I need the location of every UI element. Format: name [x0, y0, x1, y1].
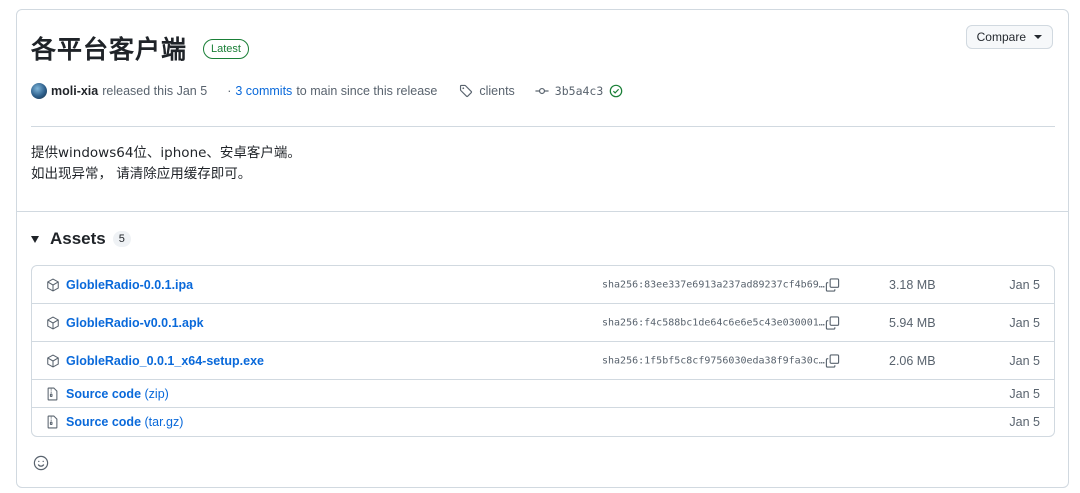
latest-badge: Latest [203, 39, 249, 59]
file-zip-icon [46, 387, 59, 401]
compare-label: Compare [976, 30, 1026, 44]
package-icon [46, 316, 60, 330]
smiley-icon [33, 455, 49, 471]
add-reaction-button[interactable] [31, 453, 51, 473]
commits-link[interactable]: 3 commits [235, 84, 292, 98]
avatar[interactable] [31, 83, 47, 99]
assets-list: GlobleRadio-0.0.1.ipa sha256:83ee337e691… [31, 265, 1055, 437]
assets-toggle[interactable]: Assets 5 [31, 229, 131, 249]
caret-down-icon [1034, 35, 1042, 39]
tag-link[interactable]: clients [479, 84, 514, 98]
asset-link[interactable]: GlobleRadio-0.0.1.ipa [66, 278, 193, 292]
assets-title: Assets [50, 229, 106, 248]
copy-icon[interactable] [825, 353, 840, 368]
release-card: 各平台客户端 Latest Compare moli-xia released … [16, 9, 1069, 488]
source-code-targz-link[interactable]: Source code (tar.gz) [66, 415, 183, 429]
section-divider [17, 211, 1068, 212]
git-commit-icon [535, 84, 549, 98]
asset-link[interactable]: GlobleRadio-v0.0.1.apk [66, 316, 204, 330]
title-row: 各平台客户端 Latest [31, 30, 249, 66]
check-circle-icon[interactable] [609, 84, 623, 98]
asset-row: GlobleRadio_0.0.1_x64-setup.exe sha256:1… [32, 342, 1054, 380]
source-ext: (zip) [144, 386, 169, 401]
asset-size: 5.94 MB [889, 315, 936, 330]
notes-line-1: 提供windows64位、iphone、安卓客户端。 [31, 145, 301, 161]
release-notes: 提供windows64位、iphone、安卓客户端。 如出现异常， 请清除应用缓… [31, 143, 301, 185]
source-code-label: Source code [66, 415, 142, 429]
meta-separator: · [227, 84, 232, 98]
asset-row: GlobleRadio-0.0.1.ipa sha256:83ee337e691… [32, 266, 1054, 304]
release-meta: moli-xia released this Jan 5 · 3 commits… [31, 83, 623, 99]
copy-icon[interactable] [825, 315, 840, 330]
source-row: Source code (tar.gz) Jan 5 [32, 408, 1054, 436]
asset-size: 2.06 MB [889, 353, 936, 368]
asset-link[interactable]: GlobleRadio_0.0.1_x64-setup.exe [66, 354, 264, 368]
source-ext: (tar.gz) [144, 415, 184, 429]
commits-suffix: to main since this release [296, 84, 438, 98]
compare-button[interactable]: Compare [965, 25, 1053, 49]
assets-count-badge: 5 [112, 231, 131, 247]
asset-sha: sha256:83ee337e6913a237ad89237cf4b69… [602, 279, 825, 290]
copy-icon[interactable] [825, 277, 840, 292]
release-header: 各平台客户端 Latest Compare moli-xia released … [17, 10, 1068, 211]
package-icon [46, 354, 60, 368]
source-date: Jan 5 [1009, 415, 1040, 429]
asset-date: Jan 5 [1009, 315, 1040, 330]
asset-size: 3.18 MB [889, 277, 936, 292]
header-divider [31, 126, 1055, 127]
author-link[interactable]: moli-xia [51, 84, 98, 98]
tag-icon [459, 84, 473, 98]
source-row: Source code (zip) Jan 5 [32, 380, 1054, 408]
file-zip-icon [46, 415, 59, 429]
commit-hash-link[interactable]: 3b5a4c3 [555, 84, 603, 98]
asset-row: GlobleRadio-v0.0.1.apk sha256:f4c588bc1d… [32, 304, 1054, 342]
source-code-label: Source code [66, 386, 142, 401]
triangle-down-icon [31, 235, 39, 243]
asset-sha: sha256:f4c588bc1de64c6e6e5c43e030001… [602, 317, 825, 328]
package-icon [46, 278, 60, 292]
asset-date: Jan 5 [1009, 277, 1040, 292]
notes-line-2: 如出现异常， 请清除应用缓存即可。 [31, 166, 252, 182]
release-title[interactable]: 各平台客户端 [31, 30, 187, 66]
source-code-zip-link[interactable]: Source code (zip) [66, 387, 169, 401]
asset-date: Jan 5 [1009, 353, 1040, 368]
source-date: Jan 5 [1009, 386, 1040, 401]
released-text: released this Jan 5 [102, 84, 208, 98]
asset-sha: sha256:1f5bf5c8cf9756030eda38f9fa30c… [602, 355, 825, 366]
